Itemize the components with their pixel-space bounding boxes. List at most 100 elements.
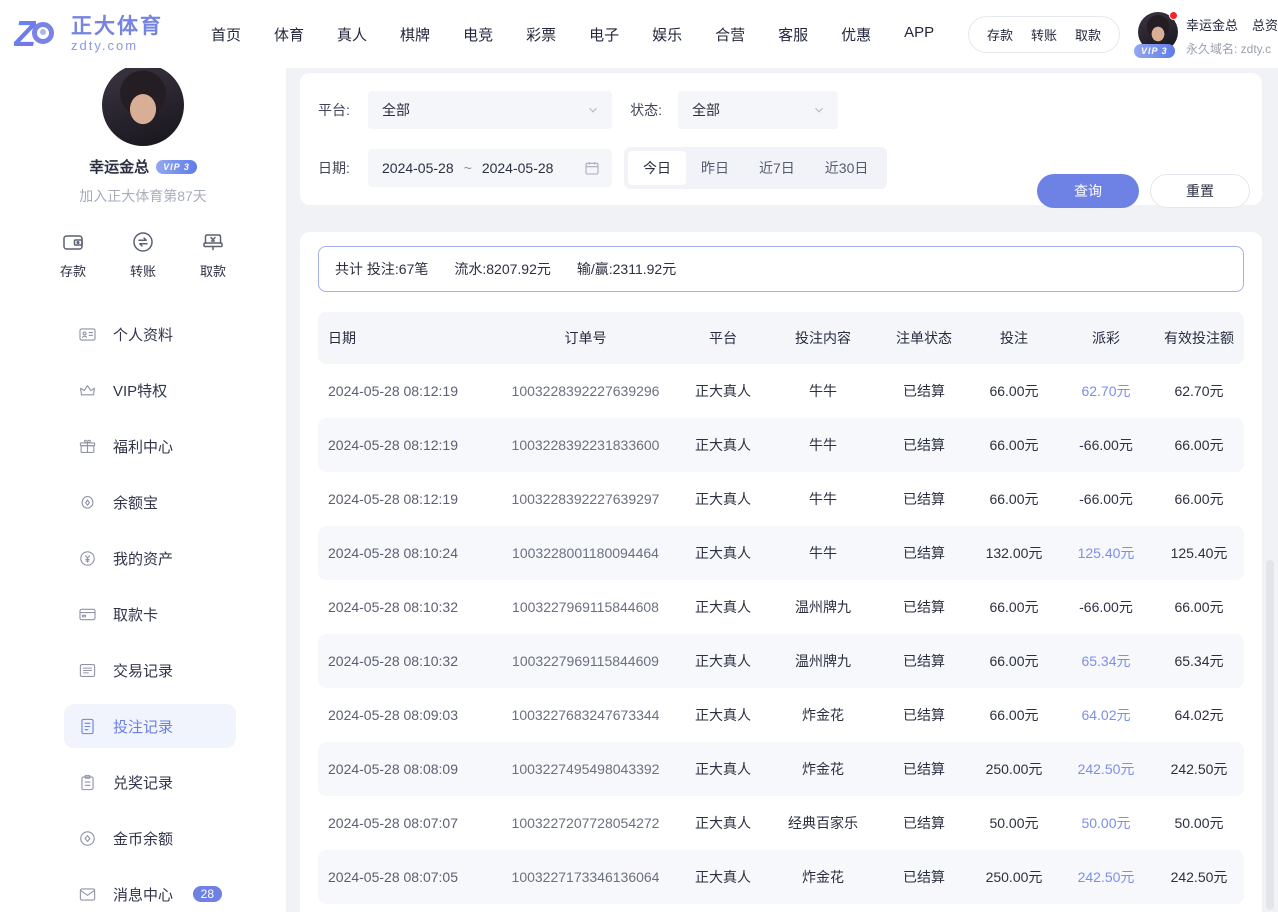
range-button[interactable]: 近30日 (810, 151, 884, 185)
sidebar-item[interactable]: 个人资料 (64, 312, 236, 356)
sidebar-item[interactable]: 交易记录 (64, 648, 236, 692)
sidebar: 幸运金总 VIP 3 加入正大体育第87天 存款转账取款 个人资料VIP特权福利… (0, 68, 286, 912)
scrollbar-thumb[interactable] (1266, 560, 1274, 910)
cell-status: 已结算 (878, 435, 970, 455)
date-range-input[interactable]: 2024-05-28 ~ 2024-05-28 (368, 149, 612, 187)
reset-button[interactable]: 重置 (1150, 174, 1250, 208)
cell-payout: -66.00元 (1058, 489, 1154, 509)
cell-valid-bet: 50.00元 (1154, 813, 1244, 833)
table-row: 2024-05-28 08:07:051003227173346136064正大… (318, 850, 1244, 904)
cell-status: 已结算 (878, 813, 970, 833)
cell-bet-content: 牛牛 (768, 489, 878, 509)
cell-order-number: 1003227173346136064 (493, 869, 678, 885)
sidebar-item[interactable]: 取款卡 (64, 592, 236, 636)
quick-action-wallet[interactable]: 存款 (60, 230, 86, 280)
quick-action-transfer[interactable]: 转账 (130, 230, 156, 280)
quick-range-group: 今日昨日近7日近30日 (624, 147, 887, 189)
cell-valid-bet: 242.50元 (1154, 759, 1244, 779)
summary-turnover: 流水:8207.92元 (454, 259, 551, 279)
sidebar-item[interactable]: 投注记录 (64, 704, 236, 748)
cell-valid-bet: 242.50元 (1154, 867, 1244, 887)
cell-date: 2024-05-28 08:07:05 (318, 869, 493, 885)
sidebar-item[interactable]: 消息中心28 (64, 872, 236, 912)
navbar-user[interactable]: VIP 3 幸运金总 总资 永久域名: zdty.c (1138, 12, 1278, 57)
cell-date: 2024-05-28 08:12:19 (318, 491, 493, 507)
cell-bet-content: 经典百家乐 (768, 813, 878, 833)
avatar[interactable]: VIP 3 (1138, 12, 1178, 52)
cell-platform: 正大真人 (678, 651, 768, 671)
range-button[interactable]: 昨日 (686, 151, 744, 185)
message-count-badge: 28 (193, 886, 222, 902)
cell-order-number: 1003228392231833600 (493, 437, 678, 453)
nav-item[interactable]: APP (904, 24, 934, 45)
coin-icon (78, 829, 97, 848)
nav-item[interactable]: 彩票 (526, 24, 556, 45)
cell-bet-amount: 250.00元 (970, 759, 1058, 779)
summary-bets: 共计 投注:67笔 (335, 259, 428, 279)
calendar-icon (584, 160, 600, 176)
search-button[interactable]: 查询 (1037, 174, 1139, 208)
wallet-pill-item[interactable]: 转账 (1031, 25, 1057, 44)
nav-item[interactable]: 电子 (589, 24, 619, 45)
nav-item[interactable]: 真人 (337, 24, 367, 45)
gift-icon (78, 437, 97, 456)
cell-platform: 正大真人 (678, 759, 768, 779)
nav-item[interactable]: 体育 (274, 24, 304, 45)
cell-bet-amount: 132.00元 (970, 543, 1058, 563)
nav-item[interactable]: 电竞 (463, 24, 493, 45)
nav-item[interactable]: 优惠 (841, 24, 871, 45)
cell-date: 2024-05-28 08:08:09 (318, 761, 493, 777)
cell-status: 已结算 (878, 651, 970, 671)
cell-status: 已结算 (878, 489, 970, 509)
brand-logo[interactable]: Z 正大体育 zdty.com (14, 14, 163, 54)
table-row: 2024-05-28 08:10:321003227969115844608正大… (318, 580, 1244, 634)
cell-bet-content: 牛牛 (768, 435, 878, 455)
platform-select[interactable]: 全部 (368, 91, 612, 129)
vip-badge: VIP 3 (1134, 44, 1175, 58)
nav-item[interactable]: 棋牌 (400, 24, 430, 45)
nav-item[interactable]: 娱乐 (652, 24, 682, 45)
main-content: 平台: 全部 状态: 全部 日期: 2024-05-28 ~ 2024-05-2… (300, 68, 1262, 912)
cell-date: 2024-05-28 08:12:19 (318, 437, 493, 453)
cell-valid-bet: 64.02元 (1154, 705, 1244, 725)
sidebar-item[interactable]: 我的资产 (64, 536, 236, 580)
profile-avatar[interactable] (102, 64, 184, 146)
brand-domain: zdty.com (71, 38, 163, 53)
cell-platform: 正大真人 (678, 705, 768, 725)
joined-days-text: 加入正大体育第87天 (79, 186, 207, 206)
range-button[interactable]: 今日 (628, 151, 686, 185)
date-separator: ~ (464, 160, 472, 176)
sidebar-item[interactable]: 余额宝 (64, 480, 236, 524)
column-header: 平台 (678, 328, 768, 348)
cell-valid-bet: 66.00元 (1154, 597, 1244, 617)
quick-action-withdraw[interactable]: 取款 (200, 230, 226, 280)
sidebar-item[interactable]: 兑奖记录 (64, 760, 236, 804)
sidebar-item[interactable]: VIP特权 (64, 368, 236, 412)
platform-label: 平台: (318, 100, 368, 120)
cell-status: 已结算 (878, 597, 970, 617)
cell-order-number: 1003227207728054272 (493, 815, 678, 831)
cell-bet-amount: 66.00元 (970, 381, 1058, 401)
cell-bet-amount: 250.00元 (970, 867, 1058, 887)
sidebar-item[interactable]: 金币余额 (64, 816, 236, 860)
nav-item[interactable]: 合营 (715, 24, 745, 45)
withdraw-icon (201, 230, 225, 254)
sidebar-item[interactable]: 福利中心 (64, 424, 236, 468)
top-navbar: Z 正大体育 zdty.com 首页 体育 真人 棋牌 电竞 彩票 电子 娱乐 合营 客服 优惠 AP… (0, 0, 1278, 68)
id-card-icon (78, 325, 97, 344)
wallet-pill-item[interactable]: 取款 (1075, 25, 1101, 44)
wallet-pill-item[interactable]: 存款 (987, 25, 1013, 44)
cell-payout: 50.00元 (1058, 813, 1154, 833)
cell-status: 已结算 (878, 381, 970, 401)
nav-item[interactable]: 首页 (211, 24, 241, 45)
date-from: 2024-05-28 (382, 160, 454, 176)
status-select[interactable]: 全部 (678, 91, 838, 129)
notification-dot (1169, 11, 1178, 20)
cell-bet-content: 牛牛 (768, 543, 878, 563)
range-button[interactable]: 近7日 (744, 151, 810, 185)
cell-bet-content: 温州牌九 (768, 597, 878, 617)
nav-item[interactable]: 客服 (778, 24, 808, 45)
cell-bet-content: 炸金花 (768, 867, 878, 887)
column-header: 日期 (318, 328, 493, 348)
cell-payout: -66.00元 (1058, 435, 1154, 455)
